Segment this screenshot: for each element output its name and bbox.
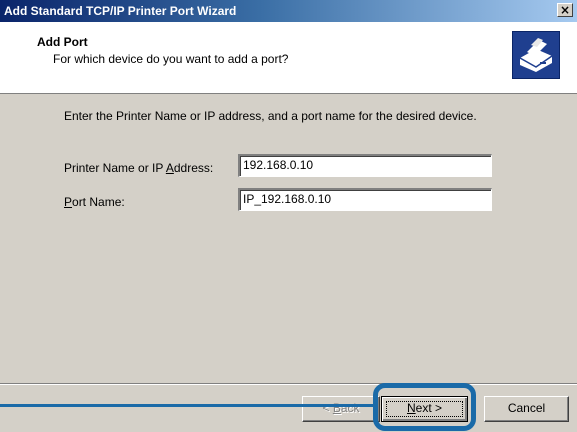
back-button[interactable]: < Back xyxy=(302,396,380,422)
wizard-window: Add Standard TCP/IP Printer Port Wizard … xyxy=(0,0,577,432)
button-separator xyxy=(0,383,577,385)
printer-name-input[interactable]: 192.168.0.10 xyxy=(238,154,492,177)
printer-label-after: ddress: xyxy=(173,161,214,175)
page-subtitle: For which device do you want to add a po… xyxy=(53,52,289,66)
printer-wizard-icon xyxy=(512,31,560,79)
next-button-highlight xyxy=(373,383,476,431)
cancel-button[interactable]: Cancel xyxy=(484,396,569,422)
page-title: Add Port xyxy=(37,35,88,49)
port-name-label: Port Name: xyxy=(64,195,125,209)
printer-label-accel: A xyxy=(165,161,174,175)
callout-line xyxy=(0,404,375,407)
close-button[interactable]: × xyxy=(557,3,573,17)
title-bar[interactable]: Add Standard TCP/IP Printer Port Wizard … xyxy=(0,0,577,22)
port-name-input[interactable]: IP_192.168.0.10 xyxy=(238,188,492,211)
port-label-after: ort Name: xyxy=(72,195,125,209)
printer-icon xyxy=(513,32,559,78)
port-label-accel: P xyxy=(64,195,73,209)
printer-label-before: Printer Name or IP xyxy=(64,161,166,175)
printer-name-label: Printer Name or IP Address: xyxy=(64,161,213,175)
window-title: Add Standard TCP/IP Printer Port Wizard xyxy=(4,4,237,18)
instruction-text: Enter the Printer Name or IP address, an… xyxy=(64,109,477,123)
close-icon: × xyxy=(559,3,571,17)
wizard-header: Add Port For which device do you want to… xyxy=(0,22,577,94)
